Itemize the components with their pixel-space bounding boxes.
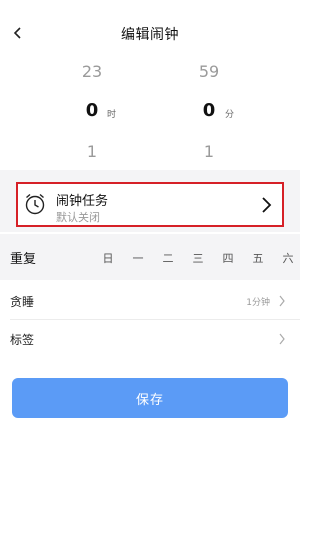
day-sunday[interactable]: 日 bbox=[100, 250, 116, 266]
alarm-clock-icon bbox=[25, 193, 45, 215]
alarm-task-title: 闹钟任务 bbox=[56, 194, 109, 209]
day-thursday[interactable]: 四 bbox=[220, 250, 236, 266]
snooze-label: 贪睡 bbox=[10, 295, 35, 309]
day-saturday[interactable]: 六 bbox=[280, 250, 296, 266]
page-title: 编辑闹钟 bbox=[121, 27, 179, 43]
minute-unit-label: 分 bbox=[225, 110, 235, 120]
day-tuesday[interactable]: 二 bbox=[160, 250, 176, 266]
chevron-right-icon bbox=[279, 295, 285, 307]
snooze-row[interactable]: 贪睡 1分钟 bbox=[0, 282, 300, 320]
alarm-task-status: 默认关闭 bbox=[56, 211, 100, 224]
hour-above[interactable]: 23 bbox=[62, 62, 122, 81]
header-bar: 编辑闹钟 bbox=[0, 0, 300, 60]
repeat-row: 重复 日 一 二 三 四 五 六 bbox=[0, 234, 300, 280]
day-wednesday[interactable]: 三 bbox=[190, 250, 206, 266]
minute-below[interactable]: 1 bbox=[179, 142, 239, 161]
hour-unit-label: 时 bbox=[107, 110, 117, 120]
minute-above[interactable]: 59 bbox=[179, 62, 239, 81]
alarm-task-row[interactable]: 闹钟任务 默认关闭 bbox=[16, 182, 284, 227]
chevron-right-icon bbox=[262, 197, 272, 213]
tag-label: 标签 bbox=[10, 333, 35, 347]
day-friday[interactable]: 五 bbox=[250, 250, 266, 266]
chevron-right-icon bbox=[279, 333, 285, 345]
repeat-label: 重复 bbox=[10, 252, 37, 267]
hour-below[interactable]: 1 bbox=[62, 142, 122, 161]
tag-row[interactable]: 标签 bbox=[0, 320, 300, 358]
save-button[interactable]: 保存 bbox=[12, 378, 288, 418]
snooze-value: 1分钟 bbox=[246, 298, 270, 308]
time-picker[interactable]: 23 0 1 时 59 0 1 分 bbox=[0, 56, 300, 176]
day-monday[interactable]: 一 bbox=[130, 250, 146, 266]
